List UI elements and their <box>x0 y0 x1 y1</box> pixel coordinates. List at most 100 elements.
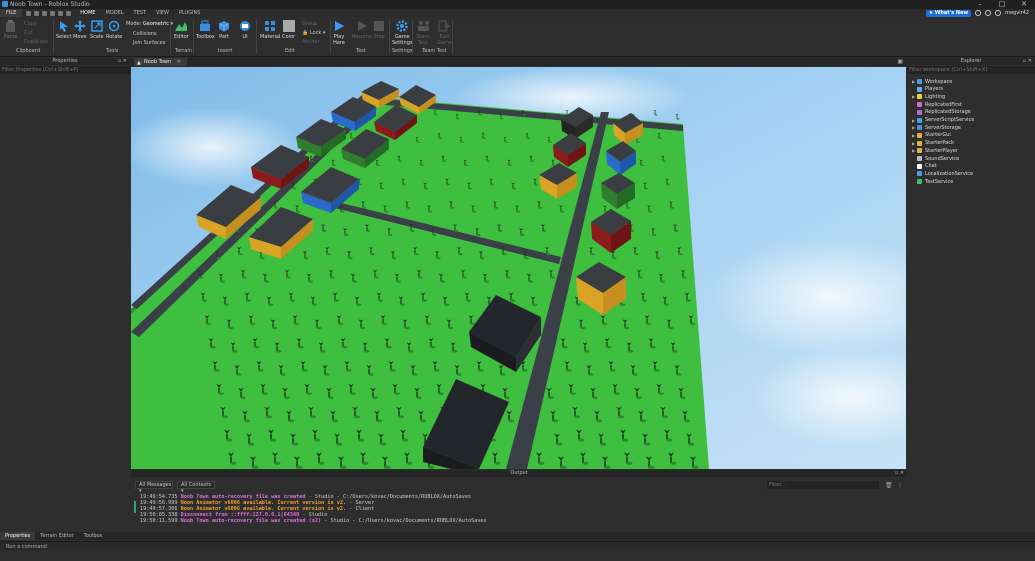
properties-filter-input[interactable]: Filter Properties (Ctrl+Shift+P) <box>0 66 130 74</box>
scale-button[interactable]: Scale <box>90 20 103 40</box>
join-surfaces-toggle[interactable]: Join Surfaces <box>133 40 165 46</box>
fullscreen-icon[interactable]: ▣ <box>897 58 903 65</box>
tree-shadow <box>420 419 427 423</box>
terrain-editor-button[interactable]: Editor <box>174 20 189 40</box>
panel-close-icon[interactable]: ▫ ✕ <box>1023 58 1032 65</box>
collisions-toggle[interactable]: Collisions <box>133 31 157 37</box>
tab-plugins[interactable]: PLUGINS <box>174 9 205 17</box>
clear-output-icon[interactable]: 🗑 <box>885 482 893 489</box>
tree-shadow <box>428 465 435 469</box>
tree-shadow <box>396 280 401 283</box>
lock-button[interactable]: 🔒 Lock ▾ <box>302 30 325 36</box>
explorer-item[interactable]: ▶ ServerScriptService <box>912 117 974 124</box>
tree-shadow <box>432 234 437 237</box>
color-button[interactable]: Color <box>282 20 295 40</box>
tree-shadow <box>606 345 612 349</box>
explorer-item[interactable]: TestService <box>912 178 953 185</box>
part-button[interactable]: Part <box>218 20 230 40</box>
mode-dropdown[interactable]: Geometric <box>143 21 169 27</box>
toolbox-button[interactable]: Toolbox <box>196 20 215 40</box>
exit-game-button[interactable]: Exit Game <box>437 20 452 46</box>
game-settings-button[interactable]: Game Settings <box>392 20 413 46</box>
explorer-item[interactable]: ReplicatedStorage <box>912 109 971 116</box>
tree-shadow <box>658 392 664 396</box>
tab-toolbox[interactable]: Toolbox <box>79 532 108 540</box>
tree-shadow <box>292 442 299 446</box>
3d-viewport[interactable] <box>131 67 906 469</box>
tab-view[interactable]: VIEW <box>151 9 174 17</box>
command-bar-input[interactable]: Run a command <box>0 541 1035 551</box>
tree-shadow <box>648 210 653 213</box>
duplicate-button[interactable]: Duplicate <box>24 39 48 45</box>
team-test-group-label: Team Test <box>422 48 447 54</box>
save-icon[interactable] <box>42 10 48 16</box>
explorer-item[interactable]: SoundService <box>912 155 959 162</box>
tab-noob-town[interactable]: ▲ Noob Town ✕ <box>134 58 187 66</box>
explorer-item[interactable]: ▶ StarterGui <box>912 132 951 139</box>
close-icon[interactable]: ✕ <box>1013 0 1035 9</box>
help-icon[interactable] <box>985 10 992 16</box>
explorer-item[interactable]: ReplicatedFirst <box>912 101 962 108</box>
move-button[interactable]: Move <box>73 20 86 40</box>
tree-shadow <box>388 234 393 237</box>
explorer-item[interactable]: ▶ Lighting <box>912 93 945 100</box>
material-button[interactable]: Material <box>260 20 280 40</box>
explorer-item[interactable]: ▶ ServerStorage <box>912 124 961 131</box>
contexts-dropdown[interactable]: All Contexts ▾ <box>177 481 215 494</box>
panel-close-icon[interactable]: ▫ ✕ <box>895 470 904 477</box>
tab-model[interactable]: MODEL <box>100 9 128 17</box>
stop-button[interactable]: Stop <box>373 20 385 40</box>
ui-button[interactable]: UI <box>239 20 251 40</box>
explorer-item[interactable]: Players <box>912 86 943 93</box>
copy-button[interactable]: Copy <box>24 21 37 27</box>
tree-shadow <box>296 210 301 213</box>
output-filter-input[interactable]: Filter... <box>767 481 879 489</box>
avatar[interactable] <box>995 10 1002 16</box>
file-menu[interactable]: FILE <box>0 9 23 17</box>
explorer-item-label: StarterPack <box>925 140 954 147</box>
whats-new-button[interactable]: ★ What's New <box>925 9 972 17</box>
group-button[interactable]: Group <box>302 21 317 27</box>
tab-terrain-editor[interactable]: Terrain Editor <box>35 532 78 540</box>
explorer-item[interactable]: LocalizationService <box>912 170 973 177</box>
tree-shadow <box>588 373 594 376</box>
explorer-filter-input[interactable]: Filter workspace (Ctrl+Shift+X) <box>907 66 1035 74</box>
messages-dropdown[interactable]: All Messages ▾ <box>135 481 173 494</box>
play-here-button[interactable]: Play Here <box>333 20 345 46</box>
explorer-item[interactable]: Chat <box>912 163 937 170</box>
select-button[interactable]: Select <box>56 20 71 40</box>
explorer-item[interactable]: ▶ StarterPack <box>912 140 954 147</box>
tree-shadow <box>686 299 692 302</box>
resume-button[interactable]: Resume <box>352 20 372 40</box>
explorer-item[interactable]: ▶ Workspace <box>912 78 952 85</box>
service-icon <box>917 148 922 154</box>
redo-icon[interactable] <box>58 10 64 16</box>
paste-button[interactable]: Paste <box>4 20 18 40</box>
cut-button[interactable]: Cut <box>24 30 33 36</box>
new-icon[interactable] <box>26 10 32 16</box>
tree-shadow <box>240 396 246 400</box>
anchor-button[interactable]: Anchor <box>302 39 320 45</box>
tree-shadow <box>338 322 344 326</box>
tab-properties[interactable]: Properties <box>0 532 36 540</box>
panel-close-icon[interactable]: ▫ ✕ <box>118 58 127 65</box>
tree-shadow <box>378 299 384 302</box>
username[interactable]: megvir42 <box>1005 10 1029 16</box>
rotate-button[interactable]: Rotate <box>106 20 122 40</box>
tree-shadow <box>612 257 617 260</box>
tree-shadow <box>198 276 203 279</box>
open-icon[interactable] <box>34 10 40 16</box>
tab-test[interactable]: TEST <box>129 9 151 17</box>
explorer-item[interactable]: ▶ StarterPlayer <box>912 147 958 154</box>
share-icon[interactable] <box>975 10 982 16</box>
team-test-button[interactable]: Team Test <box>416 20 429 46</box>
more-options-icon[interactable]: ⋮ <box>897 482 903 489</box>
undo-icon[interactable] <box>50 10 56 16</box>
close-tab-icon[interactable]: ✕ <box>177 59 181 65</box>
tree-shadow <box>406 461 413 465</box>
dropdown-icon[interactable] <box>66 10 72 16</box>
log-timestamp: 19:50:11.599 <box>140 517 181 524</box>
minimize-icon[interactable]: – <box>969 0 991 9</box>
maximize-icon[interactable]: □ <box>991 0 1013 9</box>
tree-shadow <box>534 183 539 186</box>
